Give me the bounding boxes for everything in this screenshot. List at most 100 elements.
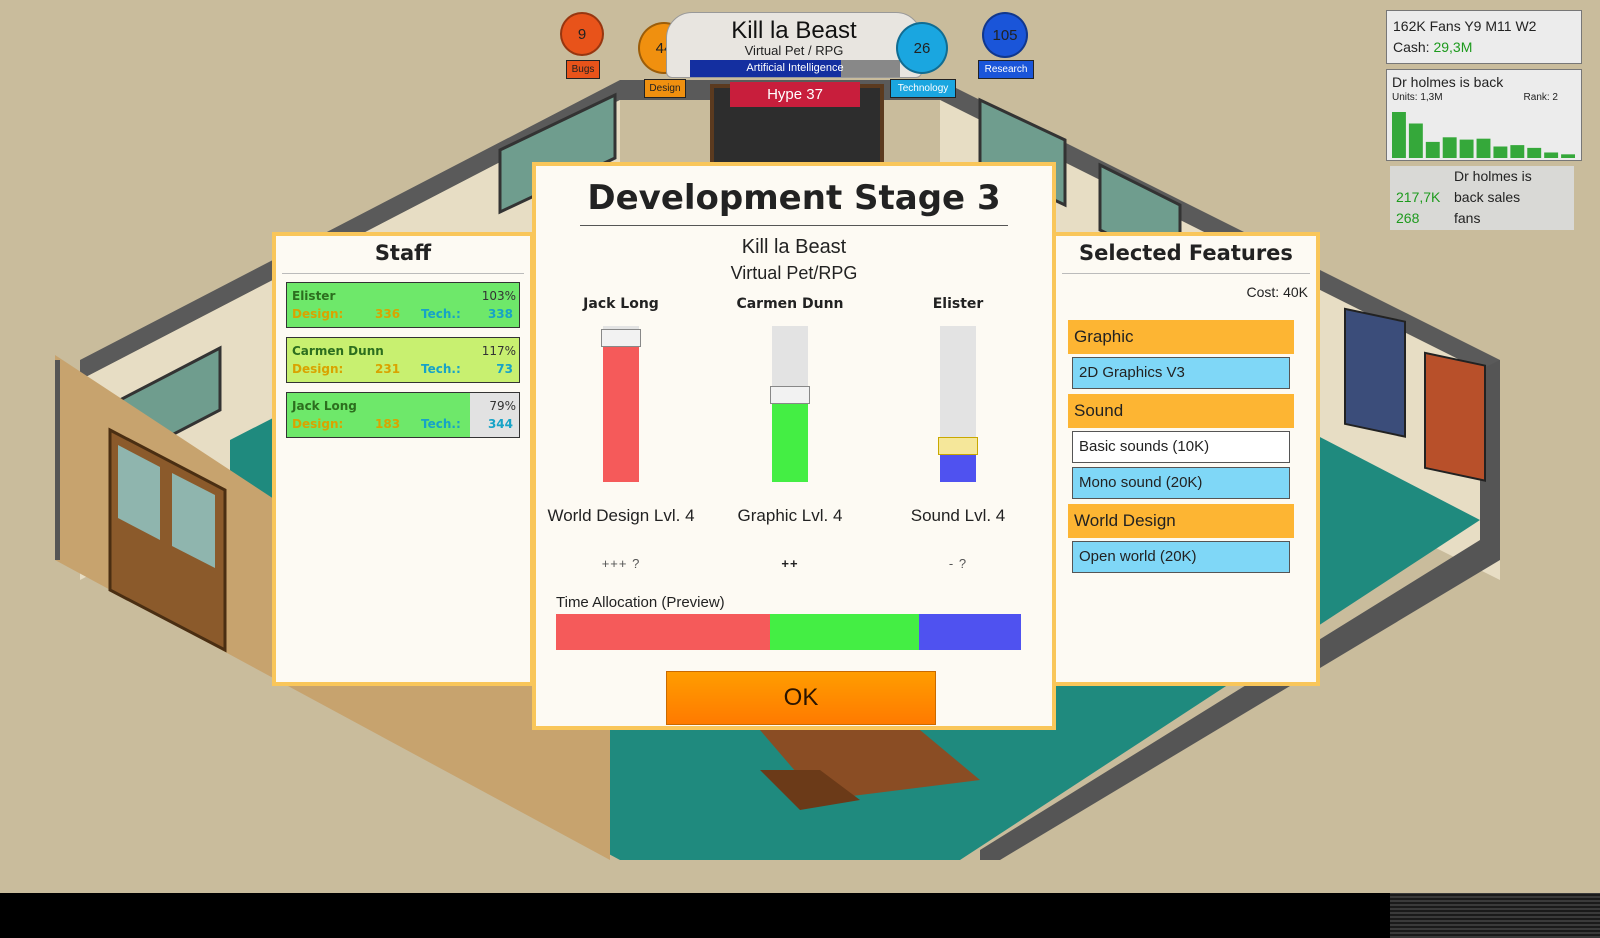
sales-bar [1459,139,1474,158]
dialog-title: Development Stage 3 [580,166,1008,226]
development-stage-dialog: Development Stage 3 Kill la Beast Virtua… [532,162,1056,730]
technology-counter[interactable]: 26 [896,22,948,74]
focus-slider-handle[interactable] [770,385,810,404]
design-label: Design: [292,417,344,431]
bugs-value: 9 [577,25,587,43]
technology-label: Technology [890,79,956,98]
time-segment-world-design [556,614,770,650]
sales-bar [1510,145,1525,158]
staff-card-carmen-dunn[interactable]: Carmen Dunn 117% Design: 231 Tech.: 73 [286,337,520,383]
summary-label-1: Dr holmes is [1454,168,1532,184]
time-segment-graphic [769,614,919,650]
company-status-box[interactable]: 162K Fans Y9 M11 W2 Cash: 29,3M [1386,10,1582,64]
staff-name: Carmen Dunn [292,344,384,358]
hype-indicator: Hype 37 [730,82,860,107]
feature-category-sound: Sound [1068,394,1294,428]
staff-card-jack-long[interactable]: Jack Long 79% Design: 183 Tech.: 344 [286,392,520,438]
ok-button[interactable]: OK [666,671,936,725]
staff-name: Jack Long [292,399,357,413]
focus-slider-handle[interactable] [601,329,641,348]
dialog-game-genre: Virtual Pet/RPG [730,263,858,283]
sales-bar [1392,112,1406,158]
research-label: Research [978,60,1034,79]
features-cost: Cost: 40K [1246,284,1308,300]
game-title: Kill la Beast [731,17,857,44]
sales-bar-chart [1392,112,1575,158]
dialog-game-name: Kill la Beast [741,236,847,258]
sales-bar [1442,137,1457,158]
research-progress-bar: Artificial Intelligence [690,60,900,77]
tech-label: Tech.: [421,307,461,321]
selected-features-panel: Selected Features Cost: 40K Graphic 2D G… [1052,232,1320,686]
sales-bar [1408,123,1423,158]
focus-rating: ++ [781,556,799,571]
bottom-bar [0,893,1600,938]
sales-chart-box[interactable]: Dr holmes is back Units: 1,3M Rank: 2 [1386,69,1582,161]
summary-label-2: back sales [1454,189,1521,205]
research-topic: Artificial Intelligence [746,62,844,74]
staff-percent: 103% [481,289,516,303]
tech-label: Tech.: [421,417,461,431]
design-value: 183 [375,417,401,431]
research-value: 105 [992,26,1018,44]
fans-date: 162K Fans Y9 M11 W2 [1393,18,1537,34]
design-label: Design: [292,307,344,321]
assignee-name: Jack Long [583,296,659,312]
staff-percent: 79% [489,399,516,413]
tech-value: 344 [487,417,513,431]
focus-rating: +++ ? [601,556,641,571]
cash-label: Cash: [1393,39,1430,55]
focus-area-label: Sound Lvl. 4 [910,506,1006,525]
focus-column-graphic: Carmen Dunn Graphic Lvl. 4 ++ [705,296,875,571]
time-allocation-label: Time Allocation (Preview) [556,594,725,611]
focus-rating: - ? [948,556,968,571]
sales-units: Units: 1,3M [1392,92,1443,103]
sales-bar [1425,141,1440,158]
focus-slider-fill [772,394,808,482]
feature-item[interactable]: Basic sounds (10K) [1072,431,1290,463]
focus-column-world-design: Jack Long World Design Lvl. 4 +++ ? [536,296,706,571]
game-genre: Virtual Pet / RPG [744,43,844,58]
design-value: 336 [375,307,401,321]
sales-summary: 217,7K 268 Dr holmes is back sales fans [1390,166,1574,230]
focus-area-label: Graphic Lvl. 4 [737,506,843,525]
feature-item[interactable]: 2D Graphics V3 [1072,357,1290,389]
feature-category-graphic: Graphic [1068,320,1294,354]
summary-sales-value: 217,7K [1396,189,1441,205]
sales-bar [1476,138,1491,158]
focus-slider-track[interactable] [938,326,978,482]
assignee-name: Elister [932,296,984,312]
focus-slider-handle[interactable] [938,437,978,456]
features-panel-title: Selected Features [1062,236,1310,274]
sales-bar [1561,154,1575,158]
sales-bar [1493,146,1508,158]
focus-slider-track[interactable] [601,326,641,482]
cash-value: 29,3M [1433,39,1473,55]
assignee-name: Carmen Dunn [736,296,844,312]
summary-fans-value: 268 [1396,210,1420,226]
feature-category-world-design: World Design [1068,504,1294,538]
staff-percent: 117% [481,344,516,358]
time-segment-sound [918,614,1021,650]
sales-rank: Rank: 2 [1523,92,1558,103]
sales-bar [1527,147,1542,158]
time-allocation-bar [556,614,1021,650]
sales-bar [1544,152,1559,158]
feature-item[interactable]: Mono sound (20K) [1072,467,1290,499]
tech-label: Tech.: [421,362,461,376]
focus-area-label: World Design Lvl. 4 [547,506,695,525]
staff-name: Elister [292,289,336,303]
staff-card-elister[interactable]: Elister 103% Design: 336 Tech.: 338 [286,282,520,328]
staff-panel-title: Staff [282,236,524,274]
sales-game-name: Dr holmes is back [1392,74,1504,90]
focus-slider-fill [603,338,639,482]
staff-panel: Staff Elister 103% Design: 336 Tech.: 33… [272,232,534,686]
design-value: 231 [375,362,401,376]
tech-value: 338 [487,307,513,321]
research-counter[interactable]: 105 [982,12,1028,58]
bugs-counter[interactable]: 9 [560,12,604,56]
focus-column-sound: Elister Sound Lvl. 4 - ? [873,296,1043,571]
focus-slider-track[interactable] [770,326,810,482]
feature-item[interactable]: Open world (20K) [1072,541,1290,573]
technology-value: 26 [913,39,931,57]
